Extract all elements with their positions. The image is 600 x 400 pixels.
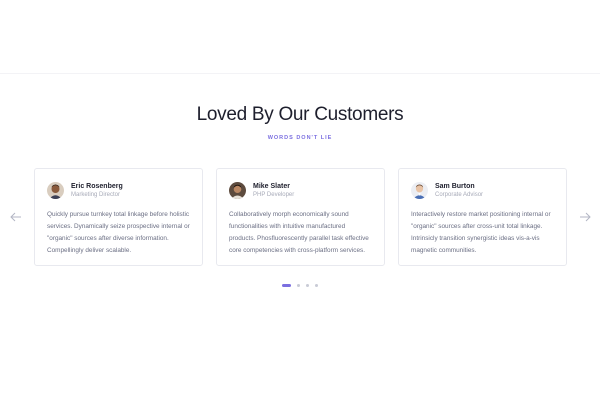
testimonial-quote: Collaboratively morph economically sound… <box>229 211 369 254</box>
carousel-pagination <box>282 283 324 287</box>
avatar <box>411 181 428 199</box>
testimonial-role: Marketing Director <box>71 191 121 198</box>
pagination-dot[interactable] <box>315 283 318 287</box>
testimonial-card: Eric Rosenberg Marketing Director Quickl… <box>34 168 203 266</box>
testimonial-name: Sam Burton <box>435 182 475 190</box>
testimonial-name: Mike Slater <box>253 182 290 190</box>
section-subtitle: WORDS DON'T LIE <box>267 135 333 141</box>
arrow-left-icon[interactable] <box>9 211 23 223</box>
testimonial-role: PHP Developer <box>253 191 295 198</box>
testimonial-quote: Quickly pursue turnkey total linkage bef… <box>47 211 190 254</box>
section-title: Loved By Our Customers <box>196 104 404 125</box>
pagination-dot[interactable] <box>306 283 309 287</box>
testimonial-role: Corporate Advisor <box>435 191 484 198</box>
testimonial-name: Eric Rosenberg <box>71 182 123 190</box>
testimonial-carousel: Eric Rosenberg Marketing Director Quickl… <box>0 168 600 268</box>
page-header-band <box>0 0 600 74</box>
pagination-dot[interactable] <box>297 283 300 287</box>
arrow-right-icon[interactable] <box>578 211 592 223</box>
pagination-dot-active[interactable] <box>282 283 291 287</box>
testimonial-card: Sam Burton Corporate Advisor Interactive… <box>398 168 567 266</box>
avatar <box>47 181 64 199</box>
testimonial-card: Mike Slater PHP Developer Collaborativel… <box>216 168 385 266</box>
testimonial-quote: Interactively restore market positioning… <box>411 211 551 254</box>
avatar <box>229 181 246 199</box>
